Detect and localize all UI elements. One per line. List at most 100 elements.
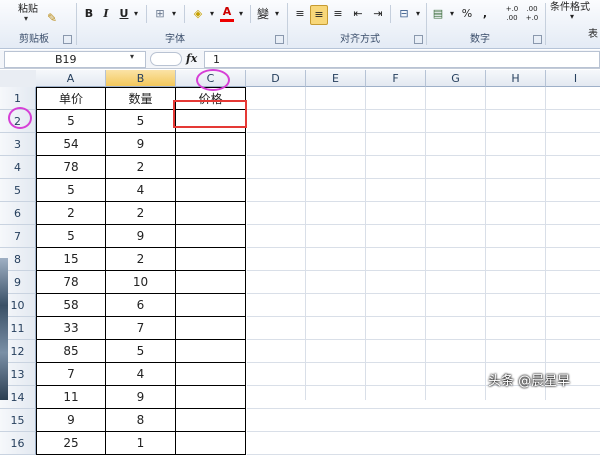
cell-b4[interactable]: 2	[106, 156, 176, 179]
column-header-e[interactable]: E	[306, 70, 366, 87]
cell-c6[interactable]	[176, 202, 246, 225]
cell-b8[interactable]: 2	[106, 248, 176, 271]
increase-decimal-button[interactable]: +.0 .00	[504, 5, 520, 23]
name-box[interactable]: B19 ▾	[4, 51, 146, 68]
underline-button[interactable]: U	[118, 5, 130, 23]
cell-b13[interactable]: 4	[106, 363, 176, 386]
chevron-down-icon[interactable]: ▾	[447, 5, 457, 23]
select-all-corner[interactable]	[0, 70, 37, 88]
cell-c16[interactable]	[176, 432, 246, 455]
paste-button[interactable]: 粘贴 ▾	[4, 0, 48, 30]
cell-c10[interactable]	[176, 294, 246, 317]
column-header-d[interactable]: D	[246, 70, 306, 87]
cell-b11[interactable]: 7	[106, 317, 176, 340]
row-header-4[interactable]: 4	[0, 156, 36, 179]
wen-button[interactable]: 變	[255, 5, 271, 23]
row-header-15[interactable]: 15	[0, 409, 36, 432]
align-right-icon[interactable]: ≡	[330, 5, 346, 23]
cell-b9[interactable]: 10	[106, 271, 176, 294]
cell-b15[interactable]: 8	[106, 409, 176, 432]
row-header-3[interactable]: 3	[0, 133, 36, 156]
dialog-launcher-icon[interactable]	[414, 35, 423, 44]
cell-a3[interactable]: 54	[36, 133, 106, 156]
cell-c4[interactable]	[176, 156, 246, 179]
row-header-16[interactable]: 16	[0, 432, 36, 455]
column-header-i[interactable]: I	[546, 70, 600, 87]
dialog-launcher-icon[interactable]	[63, 35, 72, 44]
cell-a14[interactable]: 11	[36, 386, 106, 409]
bold-button[interactable]: B	[82, 5, 96, 23]
cell-a6[interactable]: 2	[36, 202, 106, 225]
dialog-launcher-icon[interactable]	[275, 35, 284, 44]
decrease-decimal-button[interactable]: .00 +.0	[524, 5, 540, 23]
cell-a15[interactable]: 9	[36, 409, 106, 432]
column-header-g[interactable]: G	[426, 70, 486, 87]
cell-b1[interactable]: 数量	[106, 87, 176, 110]
cell-b10[interactable]: 6	[106, 294, 176, 317]
align-left-icon[interactable]: ≡	[292, 5, 308, 23]
cell-a1[interactable]: 单价	[36, 87, 106, 110]
format-painter-icon[interactable]: ✎	[47, 11, 61, 25]
chevron-down-icon[interactable]: ▾	[236, 5, 246, 23]
chevron-down-icon[interactable]: ▾	[413, 5, 423, 23]
cell-a2[interactable]: 5	[36, 110, 106, 133]
cell-a7[interactable]: 5	[36, 225, 106, 248]
row-header-6[interactable]: 6	[0, 202, 36, 225]
percent-button[interactable]: %	[460, 5, 474, 23]
cell-a10[interactable]: 58	[36, 294, 106, 317]
align-center-icon[interactable]: ≡	[310, 5, 328, 25]
cell-b5[interactable]: 4	[106, 179, 176, 202]
cell-c13[interactable]	[176, 363, 246, 386]
increase-indent-icon[interactable]: ⇥	[370, 5, 386, 23]
chevron-down-icon[interactable]: ▾	[570, 12, 574, 21]
cell-b2[interactable]: 5	[106, 110, 176, 133]
cell-c3[interactable]	[176, 133, 246, 156]
cell-c5[interactable]	[176, 179, 246, 202]
cell-c12[interactable]	[176, 340, 246, 363]
cell-b16[interactable]: 1	[106, 432, 176, 455]
chevron-down-icon[interactable]: ▾	[207, 5, 217, 23]
chevron-down-icon[interactable]: ▾	[169, 5, 179, 23]
cell-b12[interactable]: 5	[106, 340, 176, 363]
cell-b7[interactable]: 9	[106, 225, 176, 248]
cell-c15[interactable]	[176, 409, 246, 432]
merge-center-icon[interactable]: ⊟	[396, 5, 412, 23]
cell-b14[interactable]: 9	[106, 386, 176, 409]
cell-c7[interactable]	[176, 225, 246, 248]
formula-input[interactable]: 1	[204, 51, 600, 68]
cell-b6[interactable]: 2	[106, 202, 176, 225]
cell-c14[interactable]	[176, 386, 246, 409]
chevron-down-icon[interactable]: ▾	[272, 5, 282, 23]
decrease-indent-icon[interactable]: ⇤	[350, 5, 366, 23]
cell-c8[interactable]	[176, 248, 246, 271]
border-icon[interactable]: ⊞	[152, 5, 168, 23]
cell-a4[interactable]: 78	[36, 156, 106, 179]
column-header-f[interactable]: F	[366, 70, 426, 87]
italic-button[interactable]: I	[100, 5, 112, 23]
gridline	[247, 155, 600, 156]
chevron-down-icon[interactable]: ▾	[131, 5, 141, 23]
fill-color-icon[interactable]: ◈	[190, 5, 206, 23]
row-header-5[interactable]: 5	[0, 179, 36, 202]
row-header-7[interactable]: 7	[0, 225, 36, 248]
cell-a5[interactable]: 5	[36, 179, 106, 202]
chevron-down-icon[interactable]: ▾	[130, 52, 134, 61]
cell-c9[interactable]	[176, 271, 246, 294]
cell-b3[interactable]: 9	[106, 133, 176, 156]
column-header-b[interactable]: B	[106, 70, 176, 87]
cell-a16[interactable]: 25	[36, 432, 106, 455]
currency-icon[interactable]: ▤	[430, 5, 446, 23]
cell-a9[interactable]: 78	[36, 271, 106, 294]
insert-function-button[interactable]: fx	[186, 52, 197, 65]
column-header-a[interactable]: A	[36, 70, 106, 87]
cell-a8[interactable]: 15	[36, 248, 106, 271]
cell-a11[interactable]: 33	[36, 317, 106, 340]
cell-c11[interactable]	[176, 317, 246, 340]
font-color-button[interactable]: A	[220, 5, 234, 22]
chevron-down-icon[interactable]: ▾	[24, 14, 28, 23]
comma-button[interactable]: ,	[480, 5, 490, 23]
cell-a13[interactable]: 7	[36, 363, 106, 386]
dialog-launcher-icon[interactable]	[533, 35, 542, 44]
cell-a12[interactable]: 85	[36, 340, 106, 363]
column-header-h[interactable]: H	[486, 70, 546, 87]
